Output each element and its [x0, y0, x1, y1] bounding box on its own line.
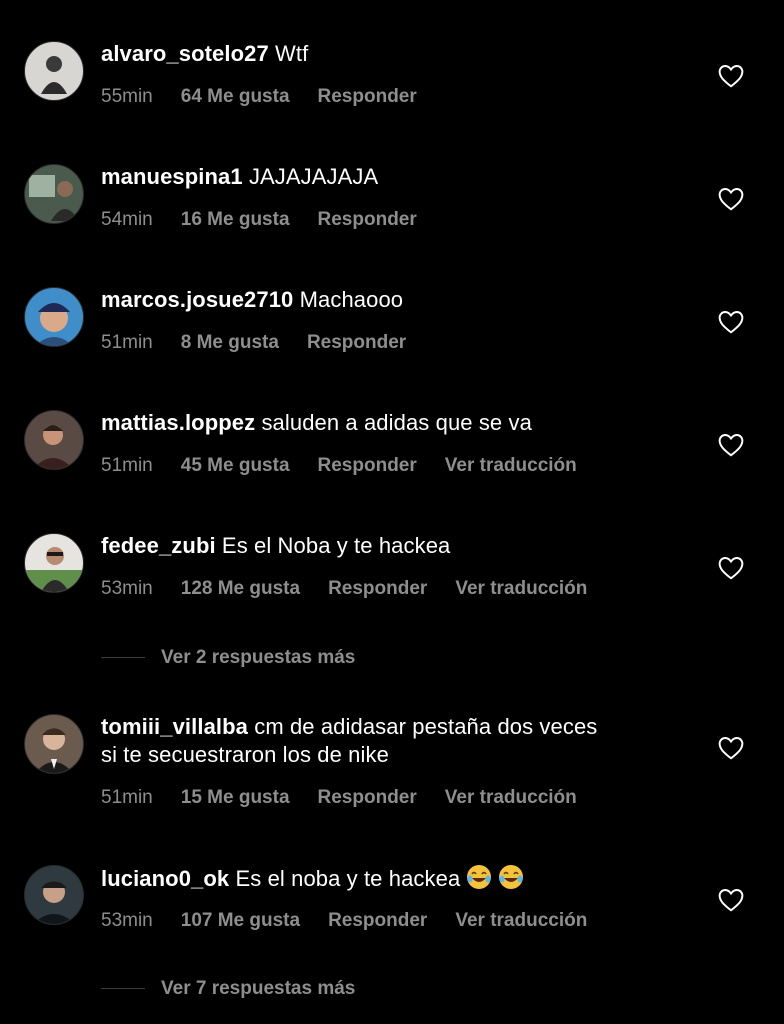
- view-replies-button[interactable]: Ver 2 respuestas más: [101, 646, 355, 670]
- comment-time: 55min: [101, 86, 153, 107]
- comment-text: Machaooo: [299, 287, 404, 312]
- comment-username[interactable]: mattias.loppez: [101, 410, 255, 435]
- divider: [101, 988, 145, 990]
- laughing-emoji-icon: [498, 864, 524, 890]
- reply-button[interactable]: Responder: [328, 909, 427, 933]
- comment-text: Es el Noba y te hackea: [221, 533, 451, 558]
- heart-icon[interactable]: [718, 736, 744, 760]
- reply-button[interactable]: Responder: [318, 208, 417, 232]
- like-count[interactable]: 8 Me gusta: [181, 331, 279, 355]
- heart-icon[interactable]: [718, 64, 744, 88]
- divider: [101, 657, 145, 659]
- reply-button[interactable]: Responder: [318, 786, 417, 810]
- comment-text: cm de adidasar pestaña dos veces: [254, 714, 598, 739]
- reply-button[interactable]: Responder: [318, 454, 417, 478]
- comment-username[interactable]: manuespina1: [101, 164, 243, 189]
- comment-time: 51min: [101, 787, 153, 808]
- avatar[interactable]: [24, 410, 84, 470]
- comment-time: 53min: [101, 910, 153, 931]
- comment-text: Es el noba y te hackea: [235, 866, 461, 891]
- like-count[interactable]: 16 Me gusta: [181, 208, 290, 232]
- comment-username[interactable]: fedee_zubi: [101, 533, 216, 558]
- translate-button[interactable]: Ver traducción: [445, 454, 577, 478]
- comment-text: saluden a adidas que se va: [261, 410, 532, 435]
- reply-button[interactable]: Responder: [328, 577, 427, 601]
- heart-icon[interactable]: [718, 556, 744, 580]
- translate-button[interactable]: Ver traducción: [455, 577, 587, 601]
- avatar[interactable]: [24, 533, 84, 593]
- translate-button[interactable]: Ver traducción: [445, 786, 577, 810]
- comment-time: 51min: [101, 455, 153, 476]
- comment-username[interactable]: marcos.josue2710: [101, 287, 293, 312]
- comment-time: 54min: [101, 209, 153, 230]
- like-count[interactable]: 15 Me gusta: [181, 786, 290, 810]
- view-replies-label: Ver 2 respuestas más: [161, 647, 356, 668]
- heart-icon[interactable]: [718, 187, 744, 211]
- view-replies-label: Ver 7 respuestas más: [161, 978, 356, 999]
- avatar[interactable]: [24, 714, 84, 774]
- avatar[interactable]: [24, 164, 84, 224]
- comment-text: JAJAJAJAJA: [248, 164, 379, 189]
- heart-icon[interactable]: [718, 433, 744, 457]
- comment-username[interactable]: luciano0_ok: [101, 866, 229, 891]
- comment-time: 53min: [101, 578, 153, 599]
- reply-button[interactable]: Responder: [318, 85, 417, 109]
- heart-icon[interactable]: [718, 310, 744, 334]
- avatar[interactable]: [24, 287, 84, 347]
- laughing-emoji-icon: [466, 864, 492, 890]
- heart-icon[interactable]: [718, 888, 744, 912]
- comment-username[interactable]: tomiii_villalba: [101, 714, 248, 739]
- like-count[interactable]: 64 Me gusta: [181, 85, 290, 109]
- avatar[interactable]: [24, 41, 84, 101]
- avatar[interactable]: [24, 865, 84, 925]
- like-count[interactable]: 107 Me gusta: [181, 909, 300, 933]
- translate-button[interactable]: Ver traducción: [455, 909, 587, 933]
- view-replies-button[interactable]: Ver 7 respuestas más: [101, 977, 355, 1001]
- like-count[interactable]: 45 Me gusta: [181, 454, 290, 478]
- comment-text: Wtf: [275, 41, 309, 66]
- comment-text-continued: si te secuestraron los de nike: [101, 742, 389, 767]
- like-count[interactable]: 128 Me gusta: [181, 577, 300, 601]
- comment-time: 51min: [101, 332, 153, 353]
- reply-button[interactable]: Responder: [307, 331, 406, 355]
- comment-username[interactable]: alvaro_sotelo27: [101, 41, 269, 66]
